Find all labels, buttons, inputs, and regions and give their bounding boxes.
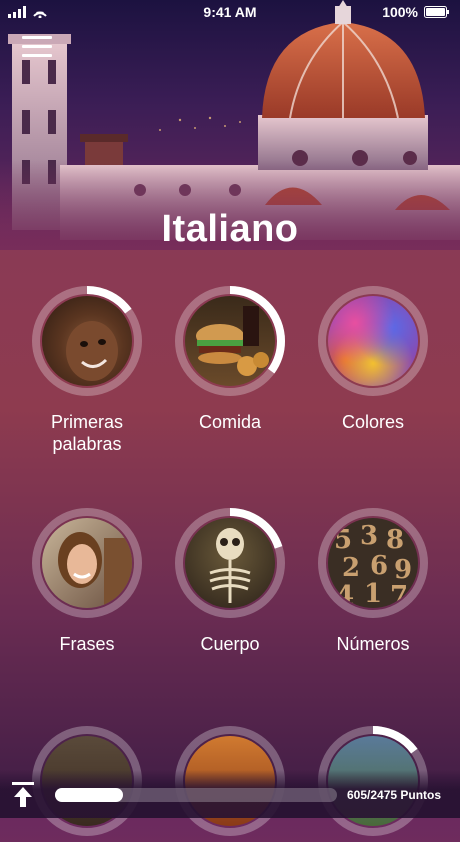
svg-text:2: 2 <box>342 553 360 583</box>
category-numeros[interactable]: 538 269 417 Números <box>308 507 438 655</box>
category-label: Comida <box>198 412 262 432</box>
category-label: Frases <box>59 634 115 654</box>
points-progress-track <box>55 788 337 802</box>
menu-icon[interactable] <box>22 36 52 60</box>
category-label: Números <box>336 634 410 654</box>
category-comida[interactable]: Comida <box>165 285 295 433</box>
battery-icon <box>424 6 449 18</box>
page-title: Italiano <box>161 208 299 250</box>
category-label: Cuerpo <box>200 634 260 654</box>
svg-text:4: 4 <box>336 581 354 608</box>
svg-text:7: 7 <box>390 581 408 608</box>
svg-text:6: 6 <box>370 551 388 581</box>
baby-photo <box>42 296 132 386</box>
colors-photo <box>328 296 418 386</box>
skeleton-photo <box>185 518 275 608</box>
category-label: Primeras palabras <box>50 412 123 454</box>
svg-text:8: 8 <box>386 525 404 555</box>
category-primeras-palabras[interactable]: Primeras palabras <box>22 285 152 455</box>
category-frases[interactable]: Frases <box>22 507 152 655</box>
food-photo <box>185 296 275 386</box>
woman-photo <box>42 518 132 608</box>
points-label: 605/2475 Puntos <box>347 788 442 802</box>
battery-percent: 100% <box>382 4 418 20</box>
numbers-photo: 538 269 417 <box>328 518 418 608</box>
upload-icon[interactable] <box>12 782 34 808</box>
bottom-progress-bar: 605/2475 Puntos <box>0 770 460 818</box>
category-label: Colores <box>341 412 405 432</box>
points-progress-fill <box>55 788 123 802</box>
category-colores[interactable]: Colores <box>308 285 438 433</box>
svg-text:3: 3 <box>360 521 378 551</box>
svg-text:1: 1 <box>364 579 382 608</box>
status-bar: 9:41 AM 100% <box>0 0 460 24</box>
category-cuerpo[interactable]: Cuerpo <box>165 507 295 655</box>
svg-text:5: 5 <box>334 525 352 555</box>
